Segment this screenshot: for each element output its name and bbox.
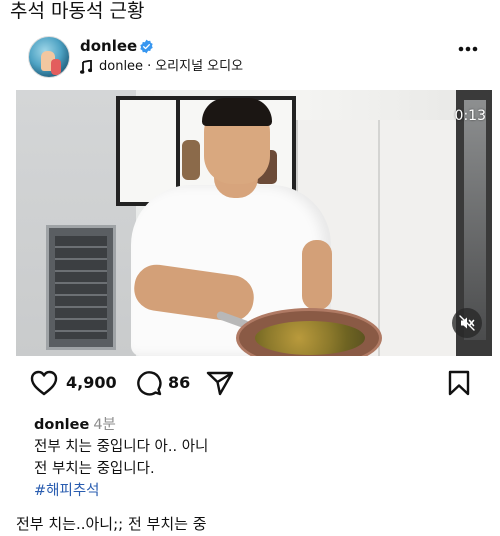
caption-line-1: 전부 치는 중입니다 아.. 아니 bbox=[34, 439, 209, 455]
instagram-post: donlee donlee · 오리지널 오디오 0:13 4,900 86 d… bbox=[16, 30, 492, 512]
music-note-icon bbox=[80, 60, 92, 74]
person-arm-right bbox=[302, 240, 332, 310]
avatar-figure-2 bbox=[51, 59, 61, 75]
comment-icon[interactable] bbox=[136, 370, 162, 396]
mute-icon bbox=[459, 315, 475, 331]
footer-text: 전부 치는..아니;; 전 부치는 중 bbox=[16, 515, 207, 533]
person-hair bbox=[202, 98, 272, 126]
audio-row[interactable]: donlee · 오리지널 오디오 bbox=[80, 58, 243, 76]
audio-label: 오리지널 오디오 bbox=[155, 59, 244, 74]
mute-button[interactable] bbox=[452, 308, 482, 338]
share-icon[interactable] bbox=[206, 370, 234, 396]
audio-artist: donlee bbox=[99, 59, 144, 74]
bookmark-icon[interactable] bbox=[448, 370, 470, 396]
video-bg-wine-fridge bbox=[46, 225, 116, 350]
video-timer: 0:13 bbox=[454, 108, 486, 124]
caption-hashtag[interactable]: #해피추석 bbox=[34, 480, 474, 502]
caption-header: donlee 4분 bbox=[34, 414, 474, 436]
caption-line-2: 전 부치는 중입니다. bbox=[34, 461, 155, 477]
more-icon[interactable] bbox=[458, 46, 478, 52]
video-player[interactable]: 0:13 bbox=[16, 90, 492, 356]
avatar[interactable] bbox=[28, 36, 70, 78]
pancake bbox=[255, 321, 365, 355]
page-title: 추석 마동석 근황 bbox=[10, 0, 145, 22]
post-actions: 4,900 86 bbox=[16, 356, 492, 412]
caption-username[interactable]: donlee bbox=[34, 417, 89, 433]
like-count[interactable]: 4,900 bbox=[66, 373, 117, 393]
post-caption: donlee 4분 전부 치는 중입니다 아.. 아니 전 부치는 중입니다. #… bbox=[34, 414, 474, 502]
heart-icon[interactable] bbox=[30, 370, 58, 396]
post-header: donlee donlee · 오리지널 오디오 bbox=[16, 30, 492, 90]
audio-separator: · bbox=[147, 59, 152, 74]
post-username[interactable]: donlee bbox=[80, 36, 137, 56]
verified-icon bbox=[140, 39, 153, 54]
comment-count[interactable]: 86 bbox=[168, 373, 190, 393]
caption-time: 4분 bbox=[93, 417, 116, 433]
